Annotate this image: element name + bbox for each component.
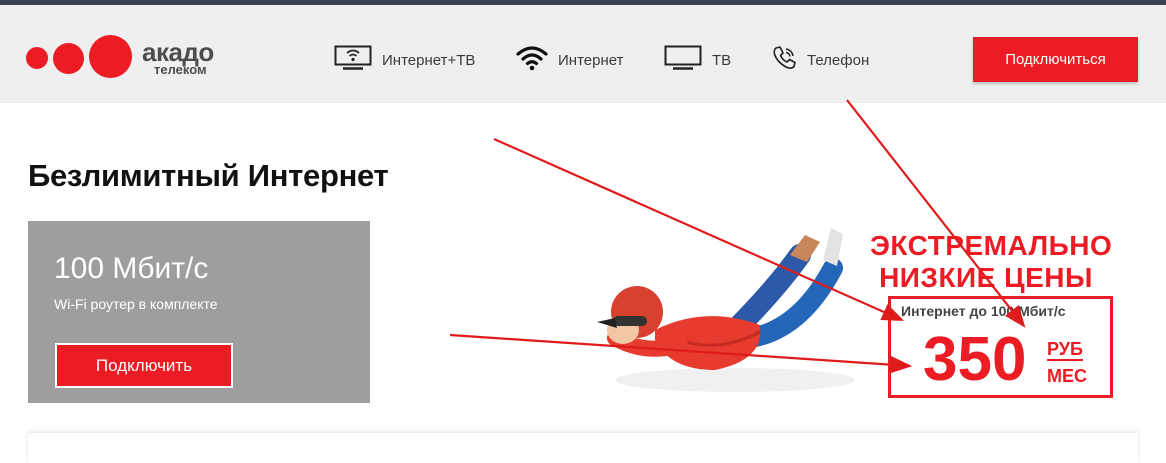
annotation-arrow bbox=[493, 137, 905, 322]
annotation-arrows bbox=[449, 99, 1026, 374]
bottom-card bbox=[28, 433, 1138, 463]
annotation-arrow bbox=[449, 333, 913, 374]
annotation-arrow bbox=[846, 99, 1026, 328]
